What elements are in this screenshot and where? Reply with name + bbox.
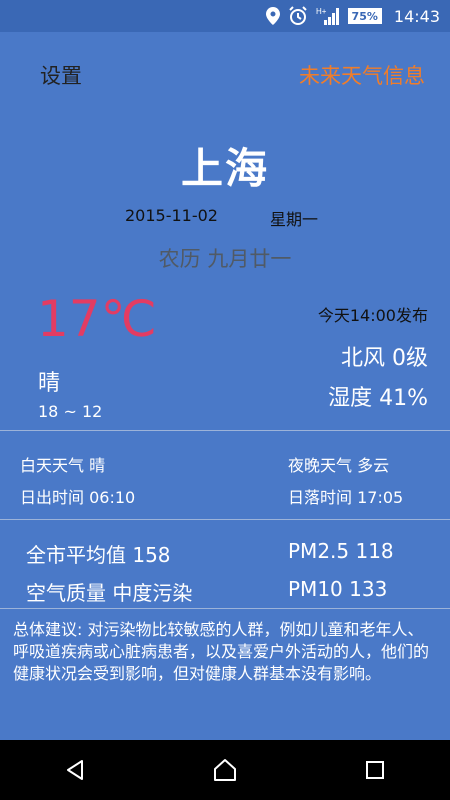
status-time: 14:43 [393, 6, 440, 26]
settings-button[interactable]: 设置 [40, 60, 82, 90]
date-text: 2015-11-02 [125, 206, 218, 225]
network-type-label: H+ [316, 7, 327, 16]
signal-icon: H+ [316, 6, 340, 26]
weekday-text: 星期一 [270, 210, 319, 229]
battery-indicator: 75% [347, 8, 382, 24]
night-weather: 夜晚天气 多云 [288, 456, 390, 475]
navigation-bar [0, 740, 450, 800]
alarm-icon [288, 6, 308, 26]
recents-button[interactable] [355, 750, 395, 790]
future-weather-button[interactable]: 未来天气信息 [299, 60, 425, 90]
home-button[interactable] [205, 750, 245, 790]
city-name: 上海 [180, 144, 269, 193]
day-weather: 白天天气 晴 [20, 456, 106, 475]
pm10-value: PM10 133 [288, 577, 388, 601]
status-bar: H+ 75% 14:43 [0, 0, 450, 32]
humidity-info: 湿度 41% [328, 386, 428, 411]
lunar-date: 农历 九月廿一 [158, 247, 292, 271]
publish-time: 今天14:00发布 [317, 306, 428, 325]
back-icon [67, 760, 83, 780]
sunset-time: 日落时间 17:05 [288, 488, 404, 507]
city-average-aqi: 全市平均值 158 [26, 543, 171, 567]
divider [0, 519, 450, 520]
weather-condition: 晴 [38, 371, 61, 396]
temperature-range: 18 ~ 12 [38, 402, 103, 421]
pm25-value: PM2.5 118 [288, 539, 394, 563]
divider [0, 608, 450, 609]
wind-info: 北风 0级 [341, 346, 428, 371]
divider [0, 430, 450, 431]
recents-icon [366, 761, 384, 779]
sunrise-time: 日出时间 06:10 [20, 488, 136, 507]
location-icon [265, 7, 280, 25]
back-button[interactable] [55, 750, 95, 790]
current-temperature: 17℃ [37, 290, 157, 348]
air-quality-level: 空气质量 中度污染 [26, 581, 193, 605]
top-bar: 设置 未来天气信息 [40, 60, 425, 90]
health-advice: 总体建议: 对污染物比较敏感的人群，例如儿童和老年人、呼吸道疾病或心脏病患者，以… [13, 620, 430, 683]
home-icon [214, 759, 236, 781]
weather-app: 设置 未来天气信息 上海 2015-11-02 星期一 农历 九月廿一 17℃ … [0, 32, 450, 740]
